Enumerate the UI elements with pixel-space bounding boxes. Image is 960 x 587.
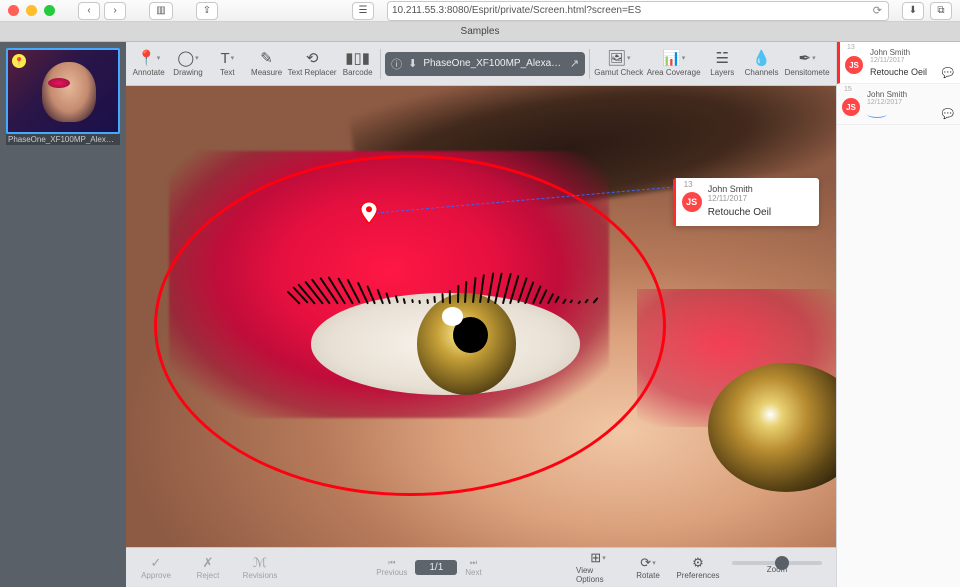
circle-icon: ◯▾ [177,50,198,66]
zoom-slider[interactable] [732,561,822,565]
layers-tool[interactable]: ☱Layers [704,44,741,84]
window-controls [8,5,55,16]
file-indicator[interactable]: ⓘ ⬇ PhaseOne_XF100MP_Alexander-Flemming.… [385,52,585,76]
comment-item[interactable]: 13 JS John Smith 12/11/2017 Retouche Oei… [837,42,960,84]
close-window-button[interactable] [8,5,19,16]
url-text: 10.211.55.3:8080/Esprit/private/Screen.h… [392,5,641,16]
text-tool[interactable]: T▾Text [209,44,246,84]
forward-button[interactable]: › [104,2,126,20]
download-icon[interactable]: ⬇ [408,57,417,70]
next-button[interactable]: ⏭Next [465,558,481,577]
pin-icon: 📍▾ [137,50,160,66]
gear-icon: ⚙ [692,556,704,570]
view-options-button[interactable]: ⊞▾View Options [576,551,620,584]
open-filename: PhaseOne_XF100MP_Alexander-Flemming.tif [423,58,564,69]
thumbnail-filename: PhaseOne_XF100MP_Alexander-Fle… [6,134,120,145]
text-replacer-tool[interactable]: ⟲Text Replacer [287,44,337,84]
info-icon[interactable]: ⓘ [391,56,402,72]
comment-number: 15 [844,86,852,93]
next-icon: ⏭ [470,558,477,568]
annotation-ellipse[interactable] [154,155,665,496]
text-icon: T▾ [220,50,234,66]
back-button[interactable]: ‹ [78,2,100,20]
revisions-button[interactable]: ℳRevisions [238,556,282,580]
ruler-icon: ✎ [260,50,273,66]
bottom-toolbar: ✓Approve ✗Reject ℳRevisions ⏮Previous 1/… [126,547,836,587]
annotation-comment-card[interactable]: 13 JS John Smith 12/11/2017 Retouche Oei… [673,178,819,226]
layers-icon: ☱ [716,50,729,66]
thumbnail-item[interactable]: 📍 PhaseOne_XF100MP_Alexander-Fle… [6,48,120,145]
comment-number: 13 [847,44,855,51]
preferences-button[interactable]: ⚙Preferences [676,556,720,580]
sidebar-toggle-button[interactable]: ▥ [149,2,173,20]
reload-icon[interactable]: ⟳ [873,4,882,17]
barcode-tool[interactable]: ▮▯▮Barcode [339,44,376,84]
image-icon: 🖼▾ [607,50,631,66]
tab-title: Samples [461,26,500,37]
comment-item[interactable]: 15 JS John Smith 12/12/2017 💬 [837,84,960,125]
measure-tool[interactable]: ✎Measure [248,44,285,84]
scribble-preview [867,110,887,118]
comment-text: Retouche Oeil [708,207,811,218]
barcode-icon: ▮▯▮ [345,50,370,66]
thumbnail-sidebar: 📍 PhaseOne_XF100MP_Alexander-Fle… [0,42,126,587]
prev-icon: ⏮ [388,558,395,568]
reply-icon[interactable]: 💬 [942,109,954,120]
reply-icon[interactable]: 💬 [942,68,954,79]
x-icon: ✗ [203,556,214,570]
separator [380,49,381,79]
rotate-icon: ⟳▾ [640,556,655,570]
droplet-icon: 💧 [752,50,771,66]
annotate-tool[interactable]: 📍▾Annotate [130,44,167,84]
drawing-tool[interactable]: ◯▾Drawing [169,44,206,84]
reject-button[interactable]: ✗Reject [186,556,230,580]
separator [589,49,590,79]
eyedropper-icon: ✒▾ [799,50,816,66]
tabs-button[interactable]: ⧉ [930,2,952,20]
comment-user: John Smith [867,90,954,99]
zoom-control: Zoom [726,561,828,574]
minimize-window-button[interactable] [26,5,37,16]
previous-button[interactable]: ⏮Previous [376,558,407,577]
annotation-pin[interactable] [360,201,378,225]
approve-button[interactable]: ✓Approve [134,556,178,580]
avatar: JS [682,192,702,212]
comment-date: 12/11/2017 [708,194,811,203]
avatar: JS [845,56,863,74]
pin-badge-icon: 📍 [12,54,26,68]
top-toolbar: 📍▾Annotate ◯▾Drawing T▾Text ✎Measure ⟲Te… [126,42,836,86]
canvas[interactable]: 13 JS John Smith 12/11/2017 Retouche Oei… [126,86,836,547]
view-icon: ⊞▾ [590,551,605,565]
densitometer-tool[interactable]: ✒▾Densitomete [782,44,832,84]
check-icon: ✓ [151,556,162,570]
comment-date: 12/12/2017 [867,99,954,106]
share-button[interactable]: ⇪ [196,2,218,20]
revisions-icon: ℳ [253,556,267,570]
reader-button[interactable]: ☰ [352,2,374,20]
maximize-window-button[interactable] [44,5,55,16]
channels-tool[interactable]: 💧Channels [743,44,780,84]
page-indicator: 1/1 [415,560,457,575]
comment-user: John Smith [708,184,811,194]
chart-icon: 📊▾ [662,50,685,66]
外link-icon[interactable]: ↗ [570,57,579,70]
area-coverage-tool[interactable]: 📊▾Area Coverage [646,44,702,84]
gamut-check-tool[interactable]: 🖼▾Gamut Check [594,44,644,84]
comments-panel: 13 JS John Smith 12/11/2017 Retouche Oei… [836,42,960,587]
comment-user: John Smith [870,48,954,57]
comment-number: 13 [684,180,693,189]
comment-date: 12/11/2017 [870,57,954,64]
macos-titlebar: ‹ › ▥ ⇪ ☰ 10.211.55.3:8080/Esprit/privat… [0,0,960,22]
downloads-button[interactable]: ⬇ [902,2,924,20]
replace-icon: ⟲ [306,50,319,66]
thumbnail-image: 📍 [6,48,120,134]
url-bar[interactable]: 10.211.55.3:8080/Esprit/private/Screen.h… [387,1,889,21]
avatar: JS [842,98,860,116]
browser-tab[interactable]: Samples [0,22,960,42]
rotate-button[interactable]: ⟳▾Rotate [626,556,670,580]
